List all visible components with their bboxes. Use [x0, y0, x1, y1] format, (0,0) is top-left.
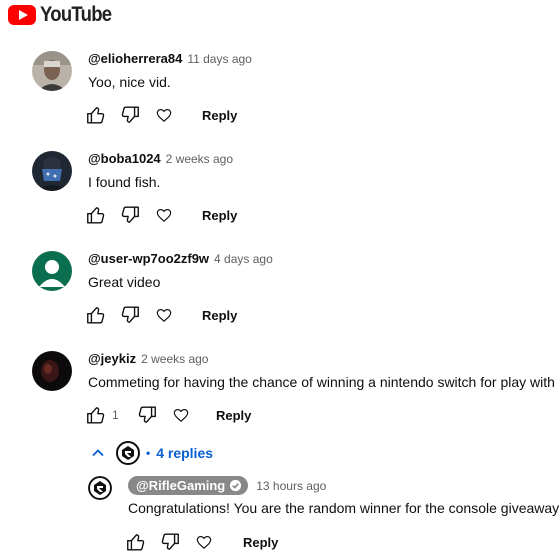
- reply-button[interactable]: Reply: [202, 108, 237, 123]
- thumb-up-icon[interactable]: [84, 103, 108, 127]
- author-name[interactable]: @elioherrera84: [88, 51, 182, 66]
- thumb-down-icon[interactable]: [118, 103, 142, 127]
- reply-button[interactable]: Reply: [243, 535, 278, 550]
- thumb-down-icon[interactable]: [118, 203, 142, 227]
- youtube-wordmark: YouTube: [40, 3, 112, 26]
- heart-icon[interactable]: [169, 403, 193, 427]
- avatar[interactable]: [32, 251, 72, 291]
- reply-text: Congratulations! You are the random winn…: [128, 500, 560, 516]
- like-count: 1: [112, 408, 119, 422]
- reply-avatar[interactable]: [88, 476, 112, 500]
- avatar[interactable]: [32, 351, 72, 391]
- author-name: @RifleGaming: [136, 478, 226, 493]
- heart-icon[interactable]: [152, 203, 176, 227]
- comment-author[interactable]: @user-wp7oo2zf9w 4 days ago: [88, 251, 273, 266]
- heart-icon[interactable]: [152, 103, 176, 127]
- comment-author[interactable]: @jeykiz 2 weeks ago: [88, 351, 208, 366]
- heart-icon[interactable]: [152, 303, 176, 327]
- thumb-up-icon[interactable]: [84, 203, 108, 227]
- thumb-up-icon[interactable]: [84, 403, 108, 427]
- reply-button[interactable]: Reply: [202, 208, 237, 223]
- reply-header: @RifleGaming 13 hours ago: [128, 476, 326, 495]
- author-name[interactable]: @jeykiz: [88, 351, 136, 366]
- comment-actions: [84, 203, 176, 227]
- chevron-up-icon: [92, 449, 104, 457]
- youtube-logo[interactable]: YouTube: [8, 3, 121, 27]
- creator-badge[interactable]: @RifleGaming: [128, 476, 249, 495]
- youtube-play-icon: [8, 5, 36, 25]
- comment-actions: [84, 103, 176, 127]
- author-name[interactable]: @boba1024: [88, 151, 161, 166]
- reply-button[interactable]: Reply: [216, 408, 251, 423]
- thumb-up-icon[interactable]: [84, 303, 108, 327]
- replies-toggle-button[interactable]: • 4 replies: [90, 441, 213, 465]
- comment-text: Great video: [88, 274, 161, 290]
- thumb-down-icon[interactable]: [118, 303, 142, 327]
- comment-author[interactable]: @elioherrera84 11 days ago: [88, 51, 252, 66]
- replies-separator: •: [146, 446, 151, 460]
- comment-timestamp[interactable]: 11 days ago: [187, 52, 252, 66]
- channel-logo-icon: [88, 476, 112, 500]
- comment-text: Commeting for having the chance of winni…: [88, 374, 555, 390]
- comment-text: I found fish.: [88, 174, 161, 190]
- replies-count: 4 replies: [156, 445, 214, 461]
- heart-icon[interactable]: [192, 530, 216, 554]
- thumb-down-icon[interactable]: [158, 530, 182, 554]
- comment-timestamp[interactable]: 4 days ago: [214, 252, 273, 266]
- comment-text: Yoo, nice vid.: [88, 74, 171, 90]
- thumb-up-icon[interactable]: [124, 530, 148, 554]
- reply-actions: [124, 530, 216, 554]
- avatar[interactable]: [32, 151, 72, 191]
- reply-button[interactable]: Reply: [202, 308, 237, 323]
- thumb-down-icon[interactable]: [135, 403, 159, 427]
- comment-author[interactable]: @boba1024 2 weeks ago: [88, 151, 233, 166]
- comment-actions: 1: [84, 403, 193, 427]
- comment-timestamp[interactable]: 2 weeks ago: [166, 152, 233, 166]
- verified-check-icon: [230, 479, 242, 492]
- comment-timestamp[interactable]: 13 hours ago: [256, 479, 326, 493]
- avatar[interactable]: [32, 51, 72, 91]
- comment-timestamp[interactable]: 2 weeks ago: [141, 352, 208, 366]
- comment-actions: [84, 303, 176, 327]
- channel-logo-icon: [116, 441, 140, 465]
- author-name[interactable]: @user-wp7oo2zf9w: [88, 251, 209, 266]
